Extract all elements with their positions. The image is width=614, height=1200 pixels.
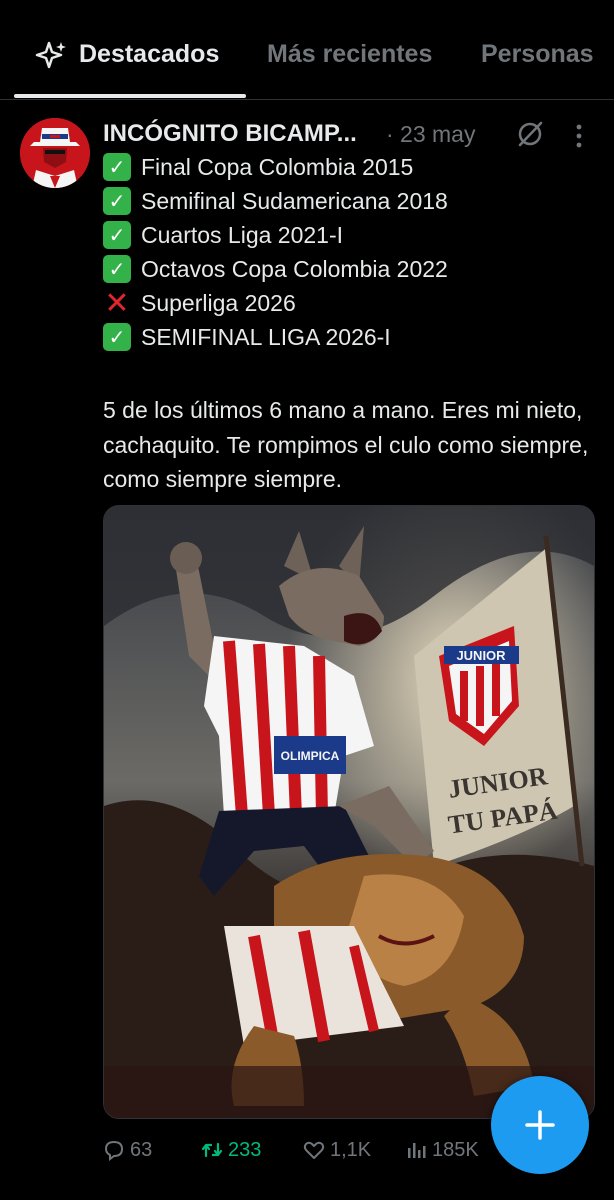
list-item: ✓ Final Copa Colombia 2015 xyxy=(103,150,593,184)
like-count: 1,1K xyxy=(330,1138,372,1161)
like-icon xyxy=(303,1141,325,1159)
list-item: ✓ SEMIFINAL LIGA 2026-I xyxy=(103,320,593,354)
cross-icon: ✕ xyxy=(104,286,130,320)
tab-destacados[interactable]: Destacados xyxy=(79,40,219,69)
list-item: ✓ Semifinal Sudamericana 2018 xyxy=(103,184,593,218)
active-tab-indicator xyxy=(14,94,246,98)
grok-icon[interactable] xyxy=(516,120,544,148)
post-text: 5 de los últimos 6 mano a mano. Eres mi … xyxy=(103,397,589,492)
like-button[interactable]: 1,1K xyxy=(302,1138,371,1162)
list-item-text: Final Copa Colombia 2015 xyxy=(141,153,414,180)
tab-bar: Destacados Más recientes Personas xyxy=(0,0,614,98)
views-count: 185K xyxy=(432,1138,479,1161)
avatar[interactable] xyxy=(20,118,90,188)
repost-count: 233 xyxy=(228,1138,262,1161)
check-icon: ✓ xyxy=(103,187,131,215)
more-icon[interactable] xyxy=(567,122,591,150)
post-image[interactable]: JUNIOR JUNIOR TU PAPÁ OLIMPICA xyxy=(103,505,595,1119)
reply-button[interactable]: 63 xyxy=(102,1138,152,1162)
list-item-text: SEMIFINAL LIGA 2026-I xyxy=(141,323,391,350)
tab-mas-recientes[interactable]: Más recientes xyxy=(267,40,432,69)
repost-button[interactable]: 233 xyxy=(200,1138,261,1162)
reply-icon xyxy=(104,1140,124,1161)
views-button[interactable]: 185K xyxy=(404,1138,479,1162)
author-name[interactable]: INCÓGNITO BICAMP... xyxy=(103,120,357,148)
tab-personas[interactable]: Personas xyxy=(481,40,594,69)
image-badge-text: JUNIOR xyxy=(456,648,506,663)
list-item: ✕ Superliga 2026 xyxy=(103,286,593,320)
views-icon xyxy=(408,1143,426,1158)
check-icon: ✓ xyxy=(103,255,131,283)
list-item-text: Superliga 2026 xyxy=(141,289,296,316)
list-item: ✓ Cuartos Liga 2021-I xyxy=(103,218,593,252)
compose-plus-icon xyxy=(525,1110,555,1140)
reply-count: 63 xyxy=(130,1138,153,1161)
list-item-text: Cuartos Liga 2021-I xyxy=(141,221,344,248)
tab-divider xyxy=(0,99,614,100)
check-icon: ✓ xyxy=(103,221,131,249)
sparkle-icon xyxy=(35,41,66,69)
check-icon: ✓ xyxy=(103,323,131,351)
list-item-text: Semifinal Sudamericana 2018 xyxy=(141,187,448,214)
list-item: ✓ Octavos Copa Colombia 2022 xyxy=(103,252,593,286)
post-list: ✓ Final Copa Colombia 2015 ✓ Semifinal S… xyxy=(103,150,593,354)
check-icon: ✓ xyxy=(103,153,131,181)
list-item-text: Octavos Copa Colombia 2022 xyxy=(141,255,448,282)
shirt-sponsor-text: OLIMPICA xyxy=(281,749,340,763)
post-date[interactable]: · 23 may xyxy=(386,121,475,148)
compose-button[interactable] xyxy=(491,1076,589,1174)
repost-icon xyxy=(201,1142,223,1158)
